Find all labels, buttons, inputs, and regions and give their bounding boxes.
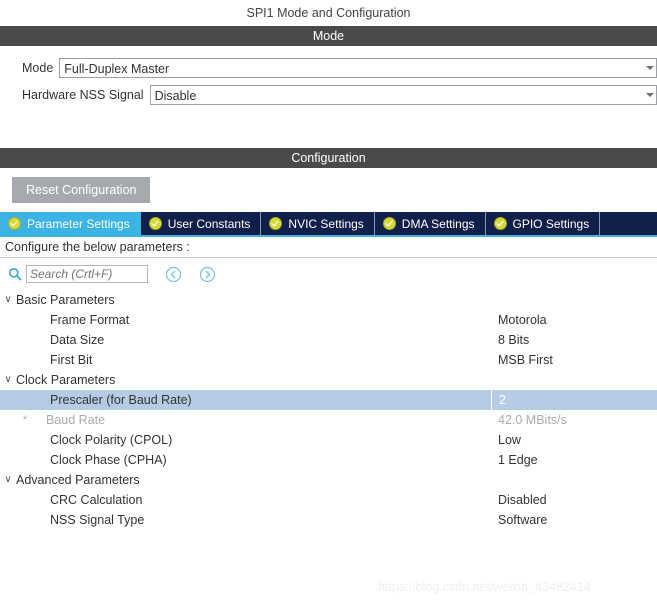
mode-config-spacer [0, 108, 657, 148]
tree-item-label: Advanced Parameters [16, 473, 140, 487]
tree-item-value: 1 Edge [498, 453, 538, 467]
search-next-icon[interactable] [199, 266, 216, 283]
search-row [0, 258, 657, 290]
check-circle-icon [493, 217, 507, 230]
parameter-tree: ∨ Basic Parameters Frame Format Motorola… [0, 290, 657, 530]
search-input[interactable] [26, 265, 148, 283]
tree-item-value: MSB First [498, 353, 553, 367]
tree-item-value: Disabled [498, 493, 547, 507]
reset-button-container: Reset Configuration [0, 168, 657, 212]
check-circle-icon [382, 217, 396, 230]
configuration-section: Reset Configuration Parameter Settings U… [0, 168, 657, 530]
tree-row-baud-rate: * Baud Rate 42.0 MBits/s [0, 410, 657, 430]
tree-item-label: Clock Parameters [16, 373, 116, 387]
tree-item-value: 8 Bits [498, 333, 530, 347]
tree-item-value: Low [498, 433, 521, 447]
page-title: SPI1 Mode and Configuration [0, 0, 657, 26]
tree-item-label: Clock Polarity (CPOL) [50, 433, 173, 447]
chevron-down-icon[interactable]: ∨ [0, 290, 16, 310]
tree-item-label: Prescaler (for Baud Rate) [50, 393, 192, 407]
mode-section-header: Mode [0, 26, 657, 46]
tree-row-nss-signal-type[interactable]: NSS Signal Type Software [0, 510, 657, 530]
mode-label: Mode [22, 60, 54, 75]
tree-item-label: Clock Phase (CPHA) [50, 453, 167, 467]
tree-item-label: First Bit [50, 353, 93, 367]
tab-dma-settings[interactable]: DMA Settings [374, 212, 486, 235]
tree-item-value: 42.0 MBits/s [498, 413, 567, 427]
tree-item-value: Motorola [498, 313, 547, 327]
tree-group-advanced-parameters[interactable]: ∨ Advanced Parameters [0, 470, 657, 490]
tab-label: User Constants [167, 216, 251, 231]
chevron-down-icon[interactable]: ∨ [0, 470, 16, 490]
hardware-nss-signal-combobox-value: Disable [154, 88, 197, 103]
tab-label: DMA Settings [401, 216, 475, 231]
tree-item-label: NSS Signal Type [50, 513, 145, 527]
mode-row-mode: Mode Full-Duplex Master [0, 54, 657, 81]
tab-label: GPIO Settings [512, 216, 590, 231]
tab-nvic-settings[interactable]: NVIC Settings [261, 212, 375, 235]
tab-label: Parameter Settings [27, 216, 130, 231]
check-circle-icon [8, 217, 21, 230]
hardware-nss-signal-label: Hardware NSS Signal [22, 87, 144, 102]
chevron-down-icon[interactable] [646, 92, 654, 97]
tree-group-clock-parameters[interactable]: ∨ Clock Parameters [0, 370, 657, 390]
search-icon [8, 267, 22, 281]
tab-label: NVIC Settings [288, 216, 364, 231]
tree-item-label: Data Size [50, 333, 105, 347]
tree-row-prescaler-for-baud-rate[interactable]: Prescaler (for Baud Rate) 2 [0, 390, 657, 410]
tree-group-basic-parameters[interactable]: ∨ Basic Parameters [0, 290, 657, 310]
reset-configuration-button[interactable]: Reset Configuration [12, 177, 151, 203]
watermark-text: https://blog.csdn.net/weixin_43482414 [378, 580, 591, 594]
check-circle-icon [148, 217, 162, 230]
tree-row-clock-polarity-cpol[interactable]: Clock Polarity (CPOL) Low [0, 430, 657, 450]
mode-combobox[interactable]: Full-Duplex Master [59, 57, 657, 78]
tree-row-frame-format[interactable]: Frame Format Motorola [0, 310, 657, 330]
tree-item-value: Software [498, 513, 548, 527]
tab-user-constants[interactable]: User Constants [140, 212, 262, 235]
tree-item-label: Baud Rate [46, 413, 106, 427]
mode-row-hardware-nss-signal: Hardware NSS Signal Disable [0, 81, 657, 108]
tree-row-first-bit[interactable]: First Bit MSB First [0, 350, 657, 370]
chevron-down-icon[interactable] [646, 65, 654, 70]
search-previous-icon[interactable] [165, 266, 182, 283]
asterisk-marker-icon: * [22, 414, 28, 426]
tree-row-clock-phase-cpha[interactable]: Clock Phase (CPHA) 1 Edge [0, 450, 657, 470]
tree-item-label: Frame Format [50, 313, 130, 327]
tab-parameter-settings[interactable]: Parameter Settings [0, 212, 141, 235]
mode-combobox-value: Full-Duplex Master [64, 61, 170, 76]
check-circle-icon [269, 217, 283, 230]
tree-row-crc-calculation[interactable]: CRC Calculation Disabled [0, 490, 657, 510]
configuration-section-header: Configuration [0, 148, 657, 168]
tree-row-data-size[interactable]: Data Size 8 Bits [0, 330, 657, 350]
hardware-nss-signal-combobox[interactable]: Disable [149, 84, 657, 105]
mode-section: Mode Full-Duplex Master Hardware NSS Sig… [0, 46, 657, 108]
configure-hint-text: Configure the below parameters : [0, 237, 657, 258]
tree-item-label: Basic Parameters [16, 293, 115, 307]
tab-gpio-settings[interactable]: GPIO Settings [485, 212, 601, 235]
tab-strip: Parameter Settings User Constants NVIC S… [0, 212, 657, 237]
prescaler-value-cell[interactable]: 2 [491, 390, 506, 410]
chevron-down-icon[interactable]: ∨ [0, 370, 16, 390]
tree-item-label: CRC Calculation [50, 493, 143, 507]
